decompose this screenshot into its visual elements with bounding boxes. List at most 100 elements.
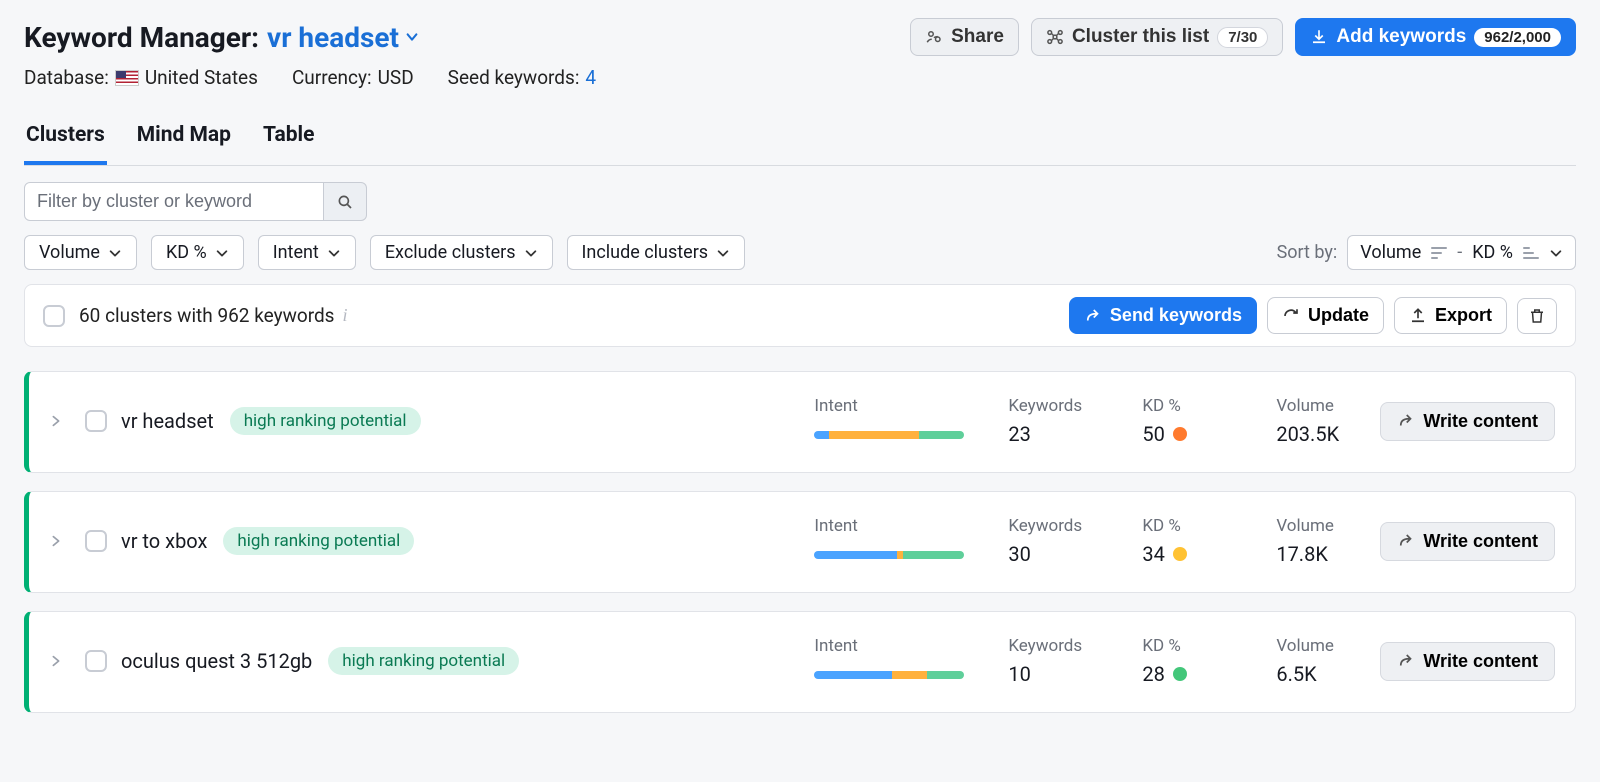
volume-value: 6.5K	[1276, 662, 1366, 686]
intent-bar	[814, 431, 964, 439]
cluster-list-label: Cluster this list	[1072, 26, 1209, 48]
kd-label: KD %	[1142, 636, 1232, 656]
filter-include-clusters[interactable]: Include clusters	[567, 235, 746, 270]
upload-icon	[1409, 307, 1427, 325]
filter-label: KD %	[166, 242, 207, 263]
update-button[interactable]: Update	[1267, 297, 1384, 334]
kd-dot-icon	[1173, 427, 1187, 441]
database-label: Database:	[24, 66, 109, 89]
chevron-down-icon	[327, 246, 341, 260]
filter-label: Volume	[39, 242, 100, 263]
currency-label: Currency:	[292, 66, 372, 89]
sort-asc-icon	[1523, 246, 1539, 260]
chevron-down-icon	[1549, 246, 1563, 260]
volume-label: Volume	[1276, 396, 1366, 416]
intent-label: Intent	[814, 396, 964, 416]
write-content-label: Write content	[1423, 651, 1538, 672]
expand-caret[interactable]	[41, 650, 71, 672]
seed-value-link[interactable]: 4	[585, 66, 596, 89]
export-label: Export	[1435, 305, 1492, 326]
add-keywords-count: 962/2,000	[1474, 28, 1561, 47]
filter-intent[interactable]: Intent	[258, 235, 356, 270]
volume-value: 17.8K	[1276, 542, 1366, 566]
volume-label: Volume	[1276, 516, 1366, 536]
seed-label: Seed keywords:	[448, 66, 580, 89]
write-content-button[interactable]: Write content	[1380, 402, 1555, 441]
send-keywords-button[interactable]: Send keywords	[1069, 297, 1257, 334]
tab-clusters[interactable]: Clusters	[24, 113, 107, 165]
tab-table[interactable]: Table	[261, 113, 316, 165]
us-flag-icon	[115, 70, 139, 86]
kd-value: 28	[1142, 662, 1232, 686]
cluster-checkbox[interactable]	[85, 410, 107, 432]
cluster-row: oculus quest 3 512gbhigh ranking potenti…	[24, 611, 1576, 713]
kd-dot-icon	[1173, 667, 1187, 681]
tab-mind-map[interactable]: Mind Map	[135, 113, 233, 165]
expand-caret[interactable]	[41, 530, 71, 552]
select-all-checkbox[interactable]	[43, 305, 65, 327]
chevron-down-icon	[215, 246, 229, 260]
filter-kd-[interactable]: KD %	[151, 235, 244, 270]
cluster-checkbox[interactable]	[85, 650, 107, 672]
write-content-button[interactable]: Write content	[1380, 522, 1555, 561]
sort-by-label: Sort by:	[1277, 242, 1338, 263]
cluster-icon	[1046, 28, 1064, 46]
arrow-redo-icon	[1397, 532, 1415, 550]
delete-button[interactable]	[1517, 298, 1557, 334]
arrow-redo-icon	[1397, 412, 1415, 430]
info-icon[interactable]: i	[343, 305, 348, 326]
keywords-label: Keywords	[1008, 396, 1098, 416]
keywords-value: 23	[1008, 422, 1098, 446]
title-keyword-link[interactable]: vr headset	[267, 21, 419, 54]
keywords-label: Keywords	[1008, 516, 1098, 536]
chevron-down-icon	[405, 30, 419, 44]
view-tabs: Clusters Mind Map Table	[24, 113, 1576, 166]
cluster-list-button[interactable]: Cluster this list 7/30	[1031, 18, 1283, 56]
kd-label: KD %	[1142, 516, 1232, 536]
cluster-checkbox[interactable]	[85, 530, 107, 552]
filter-exclude-clusters[interactable]: Exclude clusters	[370, 235, 553, 270]
filter-label: Exclude clusters	[385, 242, 516, 263]
write-content-button[interactable]: Write content	[1380, 642, 1555, 681]
export-button[interactable]: Export	[1394, 297, 1507, 334]
sort-secondary: KD %	[1472, 242, 1513, 263]
cluster-name: vr headset	[121, 409, 214, 433]
seed-meta: Seed keywords: 4	[448, 66, 596, 89]
arrow-redo-icon	[1084, 307, 1102, 325]
database-value: United States	[145, 66, 258, 89]
sort-separator: -	[1457, 242, 1462, 263]
cluster-name: vr to xbox	[121, 529, 207, 553]
add-keywords-label: Add keywords	[1336, 26, 1466, 48]
title-prefix: Keyword Manager:	[24, 21, 259, 54]
add-keywords-button[interactable]: Add keywords 962/2,000	[1295, 18, 1576, 56]
keywords-value: 10	[1008, 662, 1098, 686]
sort-selector[interactable]: Volume - KD %	[1347, 235, 1576, 270]
ranking-badge: high ranking potential	[328, 647, 519, 675]
share-label: Share	[951, 26, 1004, 48]
ranking-badge: high ranking potential	[223, 527, 414, 555]
search-icon	[336, 193, 354, 211]
expand-caret[interactable]	[41, 410, 71, 432]
filter-volume[interactable]: Volume	[24, 235, 137, 270]
write-content-label: Write content	[1423, 531, 1538, 552]
chevron-down-icon	[524, 246, 538, 260]
title-keyword-text: vr headset	[267, 21, 399, 54]
chevron-down-icon	[108, 246, 122, 260]
share-button[interactable]: Share	[910, 18, 1019, 56]
sort-primary: Volume	[1360, 242, 1421, 263]
trash-icon	[1528, 307, 1546, 325]
write-content-label: Write content	[1423, 411, 1538, 432]
currency-value: USD	[378, 66, 414, 89]
refresh-icon	[1282, 307, 1300, 325]
sort-desc-icon	[1431, 246, 1447, 260]
search-button[interactable]	[324, 182, 367, 221]
update-label: Update	[1308, 305, 1369, 326]
currency-meta: Currency: USD	[292, 66, 414, 89]
cluster-row: vr to xbox high ranking potential Intent Ke…	[24, 491, 1576, 593]
filter-label: Intent	[273, 242, 319, 263]
kd-value: 50	[1142, 422, 1232, 446]
intent-label: Intent	[814, 516, 964, 536]
arrow-redo-icon	[1397, 652, 1415, 670]
filter-input[interactable]	[24, 182, 324, 221]
summary-text: 60 clusters with 962 keywords	[79, 304, 335, 327]
